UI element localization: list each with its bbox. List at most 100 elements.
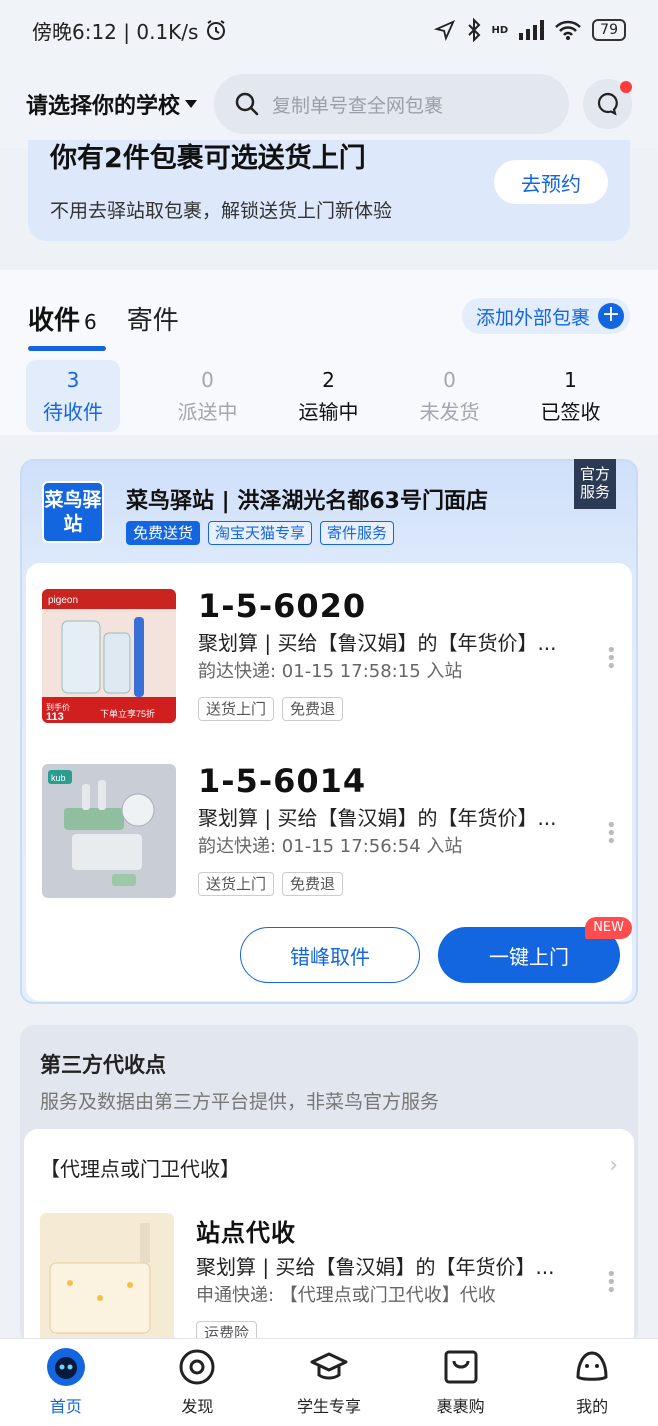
alarm-icon xyxy=(207,20,226,40)
network-type: HD xyxy=(491,24,509,36)
third-party-panel: 【代理点或门卫代收】 › 站点代收 聚划算 | 买给【鲁汉娟】的【年货价】...… xyxy=(24,1129,634,1349)
package-tag: 免费退 xyxy=(282,697,344,721)
pickup-actions: 错峰取件 一键上门 NEW xyxy=(26,917,632,983)
filter-delivering[interactable]: 0 派送中 xyxy=(147,360,268,432)
reserve-button[interactable]: 去预约 xyxy=(494,160,608,204)
chat-bubble-icon xyxy=(597,92,618,116)
filter-in-transit-label: 运输中 xyxy=(298,399,359,424)
package-meta: 申通快递: 【代理点或门卫代收】代收 xyxy=(196,1285,496,1306)
delivery-promo-card: 你有2件包裹可选送货上门 不用去驿站取包裹，解锁送货上门新体验 去预约 xyxy=(28,140,630,241)
package-tags: 送货上门 免费退 xyxy=(198,872,344,896)
home-icon xyxy=(46,1348,85,1386)
more-options-icon[interactable]: • • • xyxy=(606,642,617,676)
signal-icon xyxy=(519,20,545,40)
pickup-code: 1-5-6014 xyxy=(198,762,367,800)
filter-delivering-count: 0 xyxy=(201,367,214,392)
package-item[interactable]: 站点代收 聚划算 | 买给【鲁汉娟】的【年货价】... 申通快递: 【代理点或门… xyxy=(40,1213,617,1349)
package-tag: 送货上门 xyxy=(198,697,275,721)
search-placeholder: 复制单号查全网包裹 xyxy=(272,94,444,117)
package-thumbnail: pigeon 到手价 113 下单立享75折 xyxy=(42,589,176,723)
nav-student[interactable]: 学生专享 xyxy=(263,1339,395,1426)
filter-signed-count: 1 xyxy=(564,367,577,392)
station-tags: 免费送货 淘宝天猫专享 寄件服务 xyxy=(126,521,395,545)
status-filter-tabs: 3 待收件 0 派送中 2 运输中 0 未发货 1 已签收 xyxy=(26,360,634,432)
search-icon xyxy=(235,92,259,116)
status-time: 傍晚6:12 | 0.1K/s xyxy=(32,19,199,44)
cainiao-station-logo: 菜鸟驿站 xyxy=(42,481,104,543)
third-party-card: 第三方代收点 服务及数据由第三方平台提供，非菜鸟官方服务 【代理点或门卫代收】 … xyxy=(20,1025,638,1349)
off-peak-pickup-button[interactable]: 错峰取件 xyxy=(240,927,420,983)
station-tag: 寄件服务 xyxy=(320,521,395,545)
nav-discover[interactable]: 发现 xyxy=(132,1339,264,1426)
filter-signed[interactable]: 1 已签收 xyxy=(510,360,631,432)
agent-pickup-title[interactable]: 【代理点或门卫代收】 xyxy=(40,1153,240,1182)
profile-icon xyxy=(576,1351,608,1381)
package-list: pigeon 到手价 113 下单立享75折 1-5-6020 聚划算 | 买给… xyxy=(26,563,632,1001)
location-icon xyxy=(433,19,455,41)
message-button[interactable] xyxy=(583,79,632,129)
one-click-delivery-label: 一键上门 xyxy=(489,944,569,969)
package-tags: 送货上门 免费退 xyxy=(198,697,344,721)
tab-send[interactable]: 寄件 xyxy=(127,300,179,347)
wifi-icon xyxy=(555,20,582,40)
package-meta: 韵达快递: 01-15 17:58:15 入站 xyxy=(198,661,463,682)
station-card[interactable]: 菜鸟驿站 菜鸟驿站 | 洪泽湖光名都63号门面店 免费送货 淘宝天猫专享 寄件服… xyxy=(20,459,638,1004)
third-party-subtitle: 服务及数据由第三方平台提供，非菜鸟官方服务 xyxy=(40,1091,440,1113)
nav-profile-label: 我的 xyxy=(576,1397,609,1416)
tab-receive-count: 6 xyxy=(84,310,97,334)
add-external-package-button[interactable]: 添加外部包裹 + xyxy=(461,298,630,334)
nav-shop[interactable]: 裹裹购 xyxy=(395,1339,527,1426)
nav-home[interactable]: 首页 xyxy=(0,1339,132,1426)
plus-icon: + xyxy=(598,303,624,329)
filter-pending-label: 待收件 xyxy=(43,399,103,424)
bottom-nav: 首页 发现 学生专享 裹裹购 我的 xyxy=(0,1338,658,1426)
one-click-delivery-button[interactable]: 一键上门 NEW xyxy=(438,917,632,983)
bluetooth-icon xyxy=(467,18,480,42)
more-options-icon[interactable]: • • • xyxy=(606,1266,617,1300)
main-tabs: 收件 6 寄件 xyxy=(28,300,179,351)
shopping-bag-icon xyxy=(444,1350,478,1384)
filter-signed-label: 已签收 xyxy=(540,399,601,424)
school-selector-label: 请选择你的学校 xyxy=(26,94,181,119)
package-thumbnail: kub xyxy=(42,764,176,898)
official-service-badge: 官方服务 xyxy=(574,459,616,509)
filter-in-transit-count: 2 xyxy=(322,367,335,392)
nav-discover-label: 发现 xyxy=(181,1397,214,1416)
graduation-cap-icon xyxy=(310,1352,348,1380)
package-item[interactable]: kub 1-5-6014 聚划算 | 买给【鲁汉娟】的【年货价】... 韵达快递… xyxy=(42,762,617,904)
new-badge: NEW xyxy=(585,917,632,939)
search-input[interactable]: 复制单号查全网包裹 xyxy=(214,74,570,134)
more-options-icon[interactable]: • • • xyxy=(606,817,617,851)
package-meta: 韵达快递: 01-15 17:56:54 入站 xyxy=(198,836,463,857)
school-selector[interactable]: 请选择你的学校 xyxy=(26,88,198,120)
nav-student-label: 学生专享 xyxy=(296,1397,361,1416)
nav-shop-label: 裹裹购 xyxy=(436,1397,485,1416)
package-thumbnail xyxy=(40,1213,174,1347)
battery-indicator: 79 xyxy=(592,19,626,41)
brand-label: kub xyxy=(51,773,66,783)
package-item[interactable]: pigeon 到手价 113 下单立享75折 1-5-6020 聚划算 | 买给… xyxy=(42,587,617,729)
nav-profile[interactable]: 我的 xyxy=(526,1339,658,1426)
brand-label: pigeon xyxy=(48,595,78,606)
third-party-title: 第三方代收点 xyxy=(40,1053,166,1077)
add-external-label: 添加外部包裹 xyxy=(475,306,590,329)
price-value: 113 xyxy=(46,711,64,723)
nav-home-label: 首页 xyxy=(49,1397,82,1416)
pickup-code: 1-5-6020 xyxy=(198,587,367,625)
tab-receive[interactable]: 收件 6 xyxy=(28,300,106,351)
pickup-code: 站点代收 xyxy=(196,1219,296,1247)
notification-dot xyxy=(620,81,632,93)
filter-pending-count: 3 xyxy=(66,367,80,392)
filter-not-shipped[interactable]: 0 未发货 xyxy=(389,360,510,432)
tab-receive-label: 收件 xyxy=(28,306,81,336)
filter-not-shipped-count: 0 xyxy=(443,367,456,392)
package-tabs-area: 收件 6 寄件 添加外部包裹 + 3 待收件 0 派送中 2 运输中 0 未发货 … xyxy=(0,270,658,435)
filter-not-shipped-label: 未发货 xyxy=(419,399,480,424)
promo-subtitle: 不用去驿站取包裹，解锁送货上门新体验 xyxy=(50,200,393,222)
package-tag: 送货上门 xyxy=(198,872,275,896)
package-title: 聚划算 | 买给【鲁汉娟】的【年货价】... xyxy=(198,631,557,655)
filter-in-transit[interactable]: 2 运输中 xyxy=(268,360,389,432)
filter-pending[interactable]: 3 待收件 xyxy=(26,360,120,432)
chevron-right-icon[interactable]: › xyxy=(609,1153,618,1178)
station-tag: 淘宝天猫专享 xyxy=(208,521,313,545)
